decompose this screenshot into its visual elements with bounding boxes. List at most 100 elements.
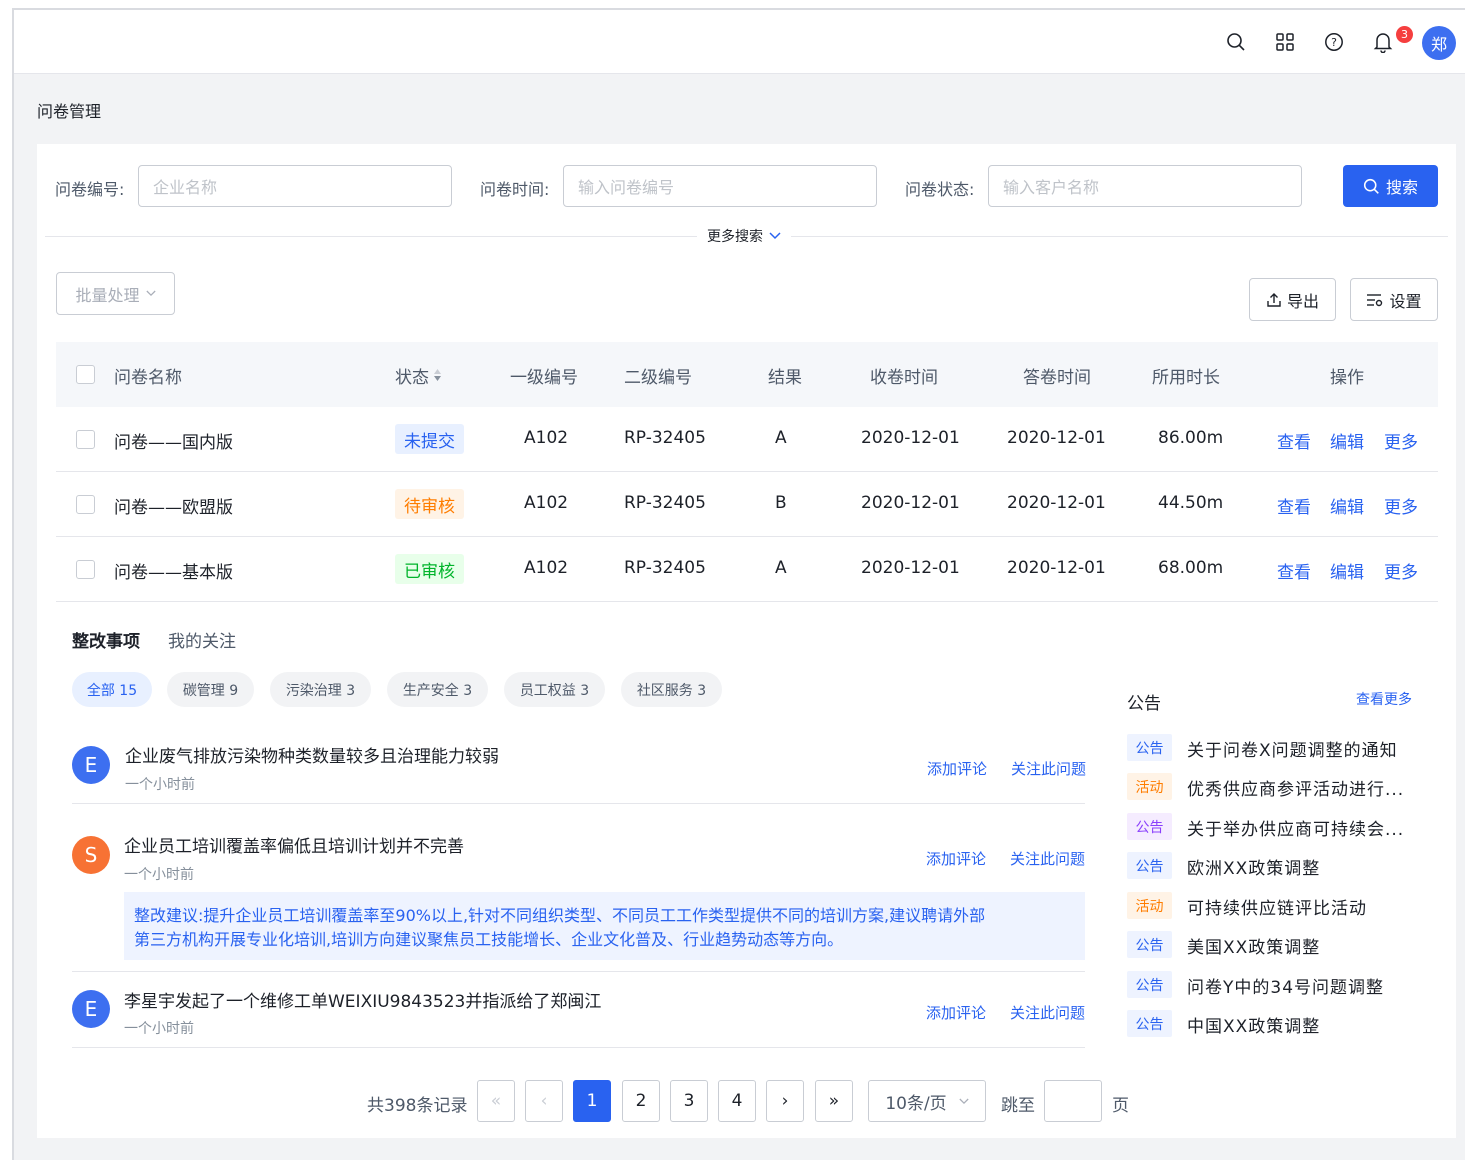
feed-item-title: 企业废气排放污染物种类数量较多且治理能力较弱	[125, 747, 499, 767]
announcement-tag: 活动	[1127, 773, 1172, 800]
announcement-item[interactable]: 中国XX政策调整	[1187, 1012, 1320, 1037]
row-answer-time: 2020-12-01	[1007, 493, 1106, 513]
feed-divider	[72, 1047, 1085, 1048]
last-page-button[interactable]: »	[815, 1080, 853, 1122]
sort-icon[interactable]	[433, 367, 442, 383]
edit-link[interactable]: 编辑	[1330, 428, 1364, 453]
settings-button[interactable]: 设置	[1350, 278, 1438, 321]
announcement-item[interactable]: 优秀供应商参评活动进行...	[1187, 775, 1404, 800]
settings-list-icon	[1367, 293, 1383, 306]
feed-item-time: 一个小时前	[124, 867, 194, 883]
first-page-button[interactable]: «	[477, 1080, 515, 1122]
row-duration: 86.00m	[1158, 428, 1224, 448]
batch-process-label: 批量处理	[75, 285, 140, 305]
tab-rectification[interactable]: 整改事项	[72, 627, 140, 652]
chip-all[interactable]: 全部 15	[72, 672, 152, 707]
edit-link[interactable]: 编辑	[1330, 493, 1364, 518]
suggestion-line-2: 第三方机构开展专业化培训,培训方向建议聚焦员工技能增长、企业文化普及、行业趋势动…	[134, 930, 844, 949]
page-size-select[interactable]: 10条/页	[868, 1080, 986, 1122]
view-link[interactable]: 查看	[1277, 558, 1311, 583]
more-link[interactable]: 更多	[1384, 493, 1418, 518]
row-level1: A102	[524, 493, 569, 513]
questionnaire-status-label: 问卷状态:	[905, 180, 975, 199]
apps-grid-icon[interactable]	[1271, 28, 1299, 56]
jump-page-input[interactable]	[1044, 1080, 1102, 1122]
status-badge: 已审核	[395, 554, 464, 584]
add-comment-link[interactable]: 添加评论	[927, 758, 987, 779]
notification-badge: 3	[1396, 26, 1413, 43]
chip-pollution[interactable]: 污染治理 3	[270, 672, 371, 707]
chip-carbon[interactable]: 碳管理 9	[167, 672, 254, 707]
row-level2: RP-32405	[624, 558, 706, 578]
avatar: E	[72, 746, 110, 784]
search-button[interactable]: 搜索	[1343, 165, 1438, 207]
more-search-toggle[interactable]: 更多搜索	[697, 226, 791, 246]
follow-issue-link[interactable]: 关注此问题	[1010, 848, 1085, 869]
chip-community[interactable]: 社区服务 3	[621, 672, 722, 707]
announcement-item[interactable]: 美国XX政策调整	[1187, 933, 1320, 958]
page-unit-label: 页	[1112, 1096, 1129, 1116]
bell-icon[interactable]	[1369, 28, 1397, 56]
col-actions: 操作	[1330, 368, 1364, 388]
page-button[interactable]: 2	[622, 1080, 660, 1122]
announcement-item[interactable]: 问卷Y中的34号问题调整	[1187, 973, 1384, 998]
view-link[interactable]: 查看	[1277, 493, 1311, 518]
feed-divider	[72, 971, 1085, 972]
announcements-more-link[interactable]: 查看更多	[1356, 689, 1412, 709]
top-bar: ? 3 郑	[14, 10, 1465, 74]
user-avatar[interactable]: 郑	[1422, 26, 1456, 60]
page-size-label: 10条/页	[885, 1093, 947, 1114]
announcement-item[interactable]: 可持续供应链评比活动	[1187, 894, 1367, 919]
page-button[interactable]: 3	[670, 1080, 708, 1122]
questionnaire-id-input[interactable]: 企业名称	[138, 165, 452, 207]
help-icon[interactable]: ?	[1320, 28, 1348, 56]
next-page-button[interactable]: ›	[766, 1080, 804, 1122]
chip-employee[interactable]: 员工权益 3	[504, 672, 605, 707]
announcement-tag: 公告	[1127, 813, 1172, 840]
select-all-checkbox[interactable]	[76, 365, 95, 384]
upload-icon	[1267, 292, 1281, 307]
questionnaire-time-label: 问卷时间:	[480, 180, 550, 199]
prev-page-button[interactable]: ‹	[525, 1080, 563, 1122]
row-checkbox[interactable]	[76, 560, 95, 579]
row-duration: 68.00m	[1158, 558, 1224, 578]
col-status[interactable]: 状态	[395, 363, 429, 388]
table-row: 问卷——国内版 未提交 A102 RP-32405 A 2020-12-01 2…	[56, 407, 1438, 472]
questionnaire-status-input[interactable]: 输入客户名称	[988, 165, 1302, 207]
export-button[interactable]: 导出	[1249, 278, 1336, 321]
more-link[interactable]: 更多	[1384, 558, 1418, 583]
follow-issue-link[interactable]: 关注此问题	[1011, 758, 1086, 779]
status-badge: 待审核	[395, 489, 464, 519]
settings-label: 设置	[1389, 291, 1422, 311]
row-level2: RP-32405	[624, 428, 706, 448]
row-receive-time: 2020-12-01	[861, 493, 960, 513]
row-level1: A102	[524, 428, 569, 448]
tab-my-follow[interactable]: 我的关注	[168, 627, 236, 652]
row-checkbox[interactable]	[76, 430, 95, 449]
row-answer-time: 2020-12-01	[1007, 428, 1106, 448]
view-link[interactable]: 查看	[1277, 428, 1311, 453]
row-receive-time: 2020-12-01	[861, 558, 960, 578]
more-link[interactable]: 更多	[1384, 428, 1418, 453]
add-comment-link[interactable]: 添加评论	[926, 848, 986, 869]
announcements-title: 公告	[1127, 694, 1161, 714]
row-checkbox[interactable]	[76, 495, 95, 514]
edit-link[interactable]: 编辑	[1330, 558, 1364, 583]
announcement-tag: 公告	[1127, 734, 1172, 761]
col-answer-time: 答卷时间	[1023, 368, 1091, 388]
announcement-item[interactable]: 关于问卷X问题调整的通知	[1187, 736, 1398, 761]
row-receive-time: 2020-12-01	[861, 428, 960, 448]
search-icon[interactable]	[1222, 28, 1250, 56]
follow-issue-link[interactable]: 关注此问题	[1010, 1002, 1085, 1023]
questionnaire-time-input[interactable]: 输入问卷编号	[563, 165, 877, 207]
announcement-item[interactable]: 欧洲XX政策调整	[1187, 854, 1320, 879]
col-duration: 所用时长	[1152, 368, 1220, 388]
col-level1: 一级编号	[510, 368, 578, 388]
col-level2: 二级编号	[624, 368, 692, 388]
page-button[interactable]: 1	[573, 1080, 611, 1122]
page-button[interactable]: 4	[718, 1080, 756, 1122]
chip-safety[interactable]: 生产安全 3	[387, 672, 488, 707]
batch-process-dropdown[interactable]: 批量处理	[56, 272, 175, 315]
announcement-item[interactable]: 关于举办供应商可持续会...	[1187, 815, 1404, 840]
add-comment-link[interactable]: 添加评论	[926, 1002, 986, 1023]
